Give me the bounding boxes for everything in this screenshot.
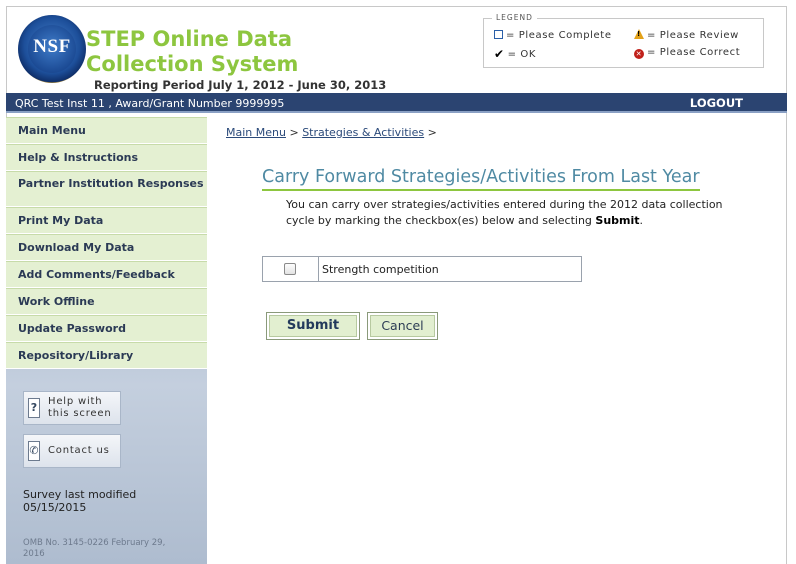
legend-item-review: = Please Review bbox=[634, 29, 739, 41]
legend-item-correct: ✕ = Please Correct bbox=[634, 47, 741, 59]
legend-title: LEGEND bbox=[492, 13, 537, 22]
intro-text: You can carry over strategies/activities… bbox=[286, 198, 723, 227]
cancel-button[interactable]: Cancel bbox=[367, 312, 438, 340]
omb-number: OMB No. 3145-0226 February 29, 2016 bbox=[23, 538, 166, 559]
breadcrumb-strategies[interactable]: Strategies & Activities bbox=[302, 126, 424, 139]
breadcrumb: Main Menu > Strategies & Activities > bbox=[226, 126, 437, 139]
breadcrumb-separator: > bbox=[289, 126, 299, 139]
legend: LEGEND = Please Complete = Please Review… bbox=[483, 13, 764, 68]
sidebar-item-repository[interactable]: Repository/Library bbox=[6, 342, 207, 369]
warning-icon bbox=[634, 29, 644, 39]
sidebar-item-download[interactable]: Download My Data bbox=[6, 234, 207, 261]
checkbox-cell bbox=[263, 257, 319, 281]
sidebar: Main Menu Help & Instructions Partner In… bbox=[6, 117, 207, 564]
header: NSF STEP Online Data Collection System R… bbox=[6, 6, 787, 92]
survey-modified: Survey last modified 05/15/2015 bbox=[23, 488, 137, 514]
help-screen-button[interactable]: ? Help with this screen bbox=[23, 391, 121, 425]
activity-label: Strength competition bbox=[322, 263, 439, 276]
question-icon: ? bbox=[28, 398, 40, 418]
square-icon bbox=[494, 30, 503, 39]
app-title: STEP Online Data Collection System bbox=[86, 27, 299, 76]
reporting-period: Reporting Period July 1, 2012 - June 30,… bbox=[94, 78, 387, 92]
sidebar-item-print[interactable]: Print My Data bbox=[6, 207, 207, 234]
page-title: Carry Forward Strategies/Activities From… bbox=[262, 167, 700, 191]
help-screen-label: Help with this screen bbox=[48, 396, 112, 419]
error-icon: ✕ bbox=[634, 49, 644, 59]
institution-bar: QRC Test Inst 11 , Award/Grant Number 99… bbox=[6, 93, 787, 113]
sidebar-item-help[interactable]: Help & Instructions bbox=[6, 144, 207, 171]
sidebar-item-work-offline[interactable]: Work Offline bbox=[6, 288, 207, 315]
sidebar-item-comments[interactable]: Add Comments/Feedback bbox=[6, 261, 207, 288]
contact-us-button[interactable]: ✆ Contact us bbox=[23, 434, 121, 468]
logo-text: NSF bbox=[33, 36, 71, 57]
intro-submit-emphasis: Submit bbox=[595, 214, 640, 227]
nsf-logo: NSF bbox=[18, 15, 86, 83]
institution-label: QRC Test Inst 11 , Award/Grant Number 99… bbox=[15, 97, 285, 110]
legend-item-complete: = Please Complete bbox=[494, 30, 612, 41]
phone-icon: ✆ bbox=[28, 441, 40, 461]
carry-forward-table: Strength competition bbox=[262, 256, 582, 282]
sidebar-item-partner-responses[interactable]: Partner Institution Responses bbox=[6, 171, 207, 207]
sidebar-item-update-password[interactable]: Update Password bbox=[6, 315, 207, 342]
contact-us-label: Contact us bbox=[48, 445, 110, 456]
logout-link[interactable]: LOGOUT bbox=[690, 96, 743, 110]
legend-item-ok: ✔ = OK bbox=[494, 47, 537, 61]
check-icon: ✔ bbox=[494, 47, 505, 61]
submit-button[interactable]: Submit bbox=[266, 312, 360, 340]
sidebar-item-main-menu[interactable]: Main Menu bbox=[6, 117, 207, 144]
breadcrumb-separator: > bbox=[427, 126, 437, 139]
breadcrumb-main-menu[interactable]: Main Menu bbox=[226, 126, 286, 139]
strength-competition-checkbox[interactable] bbox=[284, 263, 296, 275]
